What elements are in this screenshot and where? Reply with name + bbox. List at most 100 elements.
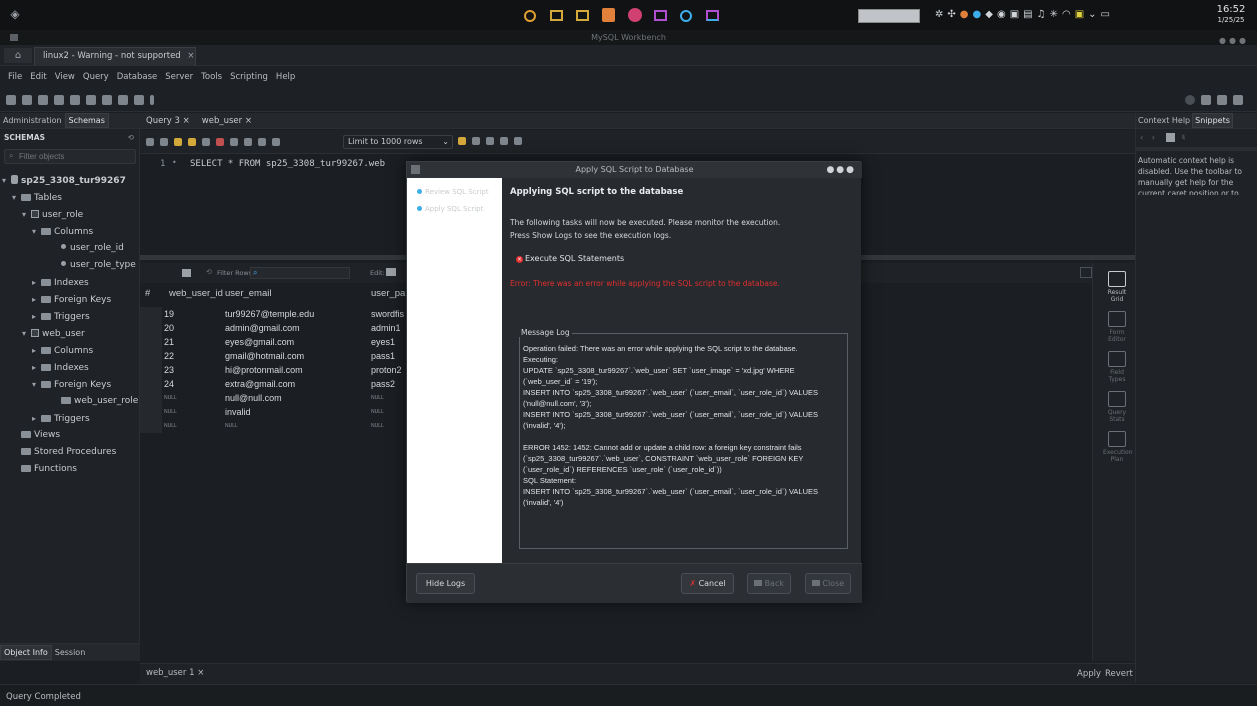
forward-icon[interactable]: › (1152, 133, 1155, 142)
tree-item[interactable]: ▾ web_user (2, 325, 85, 342)
table-cell[interactable]: 24 (164, 377, 224, 391)
create-function-icon[interactable] (118, 95, 128, 105)
row-marker[interactable] (140, 405, 162, 419)
home-icon[interactable]: ⌂ (4, 48, 32, 63)
tab-administration[interactable]: Administration (0, 116, 65, 125)
row-marker[interactable] (140, 307, 162, 321)
tree-item[interactable]: user_role_id (2, 240, 124, 257)
column-header[interactable]: web_user_id (169, 285, 223, 303)
settings-app-icon[interactable] (524, 10, 536, 22)
tray-icon[interactable]: ✳ (1050, 9, 1062, 20)
execution-plan-button[interactable]: Execution Plan (1103, 431, 1132, 463)
table-cell[interactable]: admin@gmail.com (225, 321, 365, 335)
table-cell[interactable]: hi@protonmail.com (225, 363, 365, 377)
tray-icon[interactable]: ✣ (947, 9, 959, 20)
create-view-icon[interactable] (86, 95, 96, 105)
menu-query[interactable]: Query (83, 72, 109, 82)
menu-view[interactable]: View (55, 72, 75, 82)
table-cell[interactable]: admin1 (371, 321, 411, 335)
row-marker[interactable] (140, 377, 162, 391)
clock[interactable]: 16:52 1/25/25 (1210, 4, 1252, 26)
table-cell[interactable]: swordfis (371, 307, 411, 321)
column-header[interactable]: # (145, 285, 150, 303)
tree-item[interactable]: ▸ Foreign Keys (2, 291, 111, 308)
tray-icon[interactable]: ● (973, 9, 986, 20)
connect-icon[interactable] (38, 95, 48, 105)
menu-edit[interactable]: Edit (30, 72, 46, 82)
row-marker[interactable] (140, 349, 162, 363)
chevron-right-icon[interactable]: ▸ (32, 274, 41, 291)
tree-item[interactable]: ▾ Foreign Keys (2, 376, 111, 393)
explain-icon[interactable] (202, 137, 210, 146)
table-cell[interactable]: NULL (371, 391, 411, 405)
tab-web-user[interactable]: web_user × (196, 116, 258, 126)
table-cell[interactable]: tur99267@temple.edu (225, 307, 365, 321)
row-marker[interactable] (140, 335, 162, 349)
beautify-icon[interactable] (458, 136, 466, 145)
refresh-icon[interactable]: ⟲ (128, 130, 134, 146)
tree-item[interactable]: Views (2, 427, 60, 444)
wifi-icon[interactable]: ◠ (1062, 9, 1075, 20)
commit-icon[interactable] (244, 137, 252, 146)
column-header[interactable]: user_email (225, 285, 271, 303)
connection-tab[interactable]: linux2 - Warning - not supported × (34, 47, 196, 66)
tree-item[interactable]: Stored Procedures (2, 444, 116, 461)
result-tab[interactable]: web_user 1 × (146, 668, 204, 678)
table-cell[interactable]: NULL (371, 419, 411, 433)
store-app-icon[interactable] (576, 10, 589, 21)
settings-icon[interactable] (1185, 95, 1195, 105)
tab-session[interactable]: Session (52, 648, 89, 657)
auto-help-icon[interactable]: ♮ (1182, 133, 1185, 142)
search-table-icon[interactable] (134, 95, 144, 105)
launcher-icon[interactable]: ◈ (8, 7, 22, 21)
hide-logs-button[interactable]: Hide Logs (416, 573, 475, 594)
table-cell[interactable]: invalid (225, 405, 365, 419)
tray-icon[interactable]: ◆ (985, 9, 997, 20)
result-grid-small-icon[interactable] (182, 269, 191, 277)
search-icon[interactable] (486, 136, 494, 145)
field-types-button[interactable]: Field Types (1103, 351, 1131, 383)
tab-query-3[interactable]: Query 3 × (140, 116, 196, 126)
query-stats-button[interactable]: Query Stats (1103, 391, 1131, 423)
table-cell[interactable]: null@null.com (225, 391, 365, 405)
cancel-button[interactable]: ✗ Cancel (681, 573, 734, 594)
table-cell[interactable]: eyes@gmail.com (225, 335, 365, 349)
tray-icon[interactable]: ♫ (1037, 9, 1050, 20)
table-cell[interactable]: 23 (164, 363, 224, 377)
terminal-app-icon[interactable] (654, 10, 667, 21)
battery-icon[interactable]: ▣ (1075, 9, 1088, 20)
row-marker[interactable] (140, 419, 162, 433)
open-file-icon[interactable] (146, 137, 154, 146)
tray-icon[interactable]: ▤ (1023, 9, 1036, 20)
tree-item[interactable]: web_user_role (2, 393, 138, 410)
tray-icon[interactable]: ✲ (935, 9, 947, 20)
table-cell[interactable]: pass2 (371, 377, 411, 391)
show-desktop-icon[interactable]: ▭ (1101, 9, 1114, 20)
table-cell[interactable]: NULL (371, 405, 411, 419)
close-icon[interactable]: × (183, 116, 190, 126)
workbench-window-icon[interactable] (706, 10, 719, 21)
tree-item[interactable]: ▾ sp25_3308_tur99267 (2, 172, 126, 189)
tree-item[interactable]: ▸ Indexes (2, 359, 89, 376)
back-icon[interactable]: ‹ (1140, 133, 1143, 142)
chevron-down-icon[interactable]: ⌄ (1088, 9, 1100, 20)
menu-scripting[interactable]: Scripting (230, 72, 268, 82)
menu-help[interactable]: Help (276, 72, 295, 82)
tree-item[interactable]: ▾ user_role (2, 206, 83, 223)
table-cell[interactable]: pass1 (371, 349, 411, 363)
tray-icon[interactable]: ● (960, 9, 973, 20)
menu-database[interactable]: Database (117, 72, 158, 82)
autocommit-icon[interactable] (272, 137, 280, 146)
browser-app-icon[interactable] (628, 8, 642, 22)
tree-item[interactable]: Functions (2, 461, 77, 478)
tab-context-help[interactable]: Context Help (1136, 116, 1192, 125)
tab-object-info[interactable]: Object Info (0, 645, 52, 660)
execute-icon[interactable] (174, 137, 182, 146)
filter-objects-box[interactable]: ⌕ (4, 149, 136, 164)
invisible-chars-icon[interactable] (500, 136, 508, 145)
row-marker[interactable] (140, 363, 162, 377)
execute-current-icon[interactable] (188, 137, 196, 146)
revert-button[interactable]: Revert (1105, 669, 1133, 679)
form-editor-button[interactable]: Form Editor (1103, 311, 1131, 343)
chevron-right-icon[interactable]: ▸ (32, 410, 41, 427)
